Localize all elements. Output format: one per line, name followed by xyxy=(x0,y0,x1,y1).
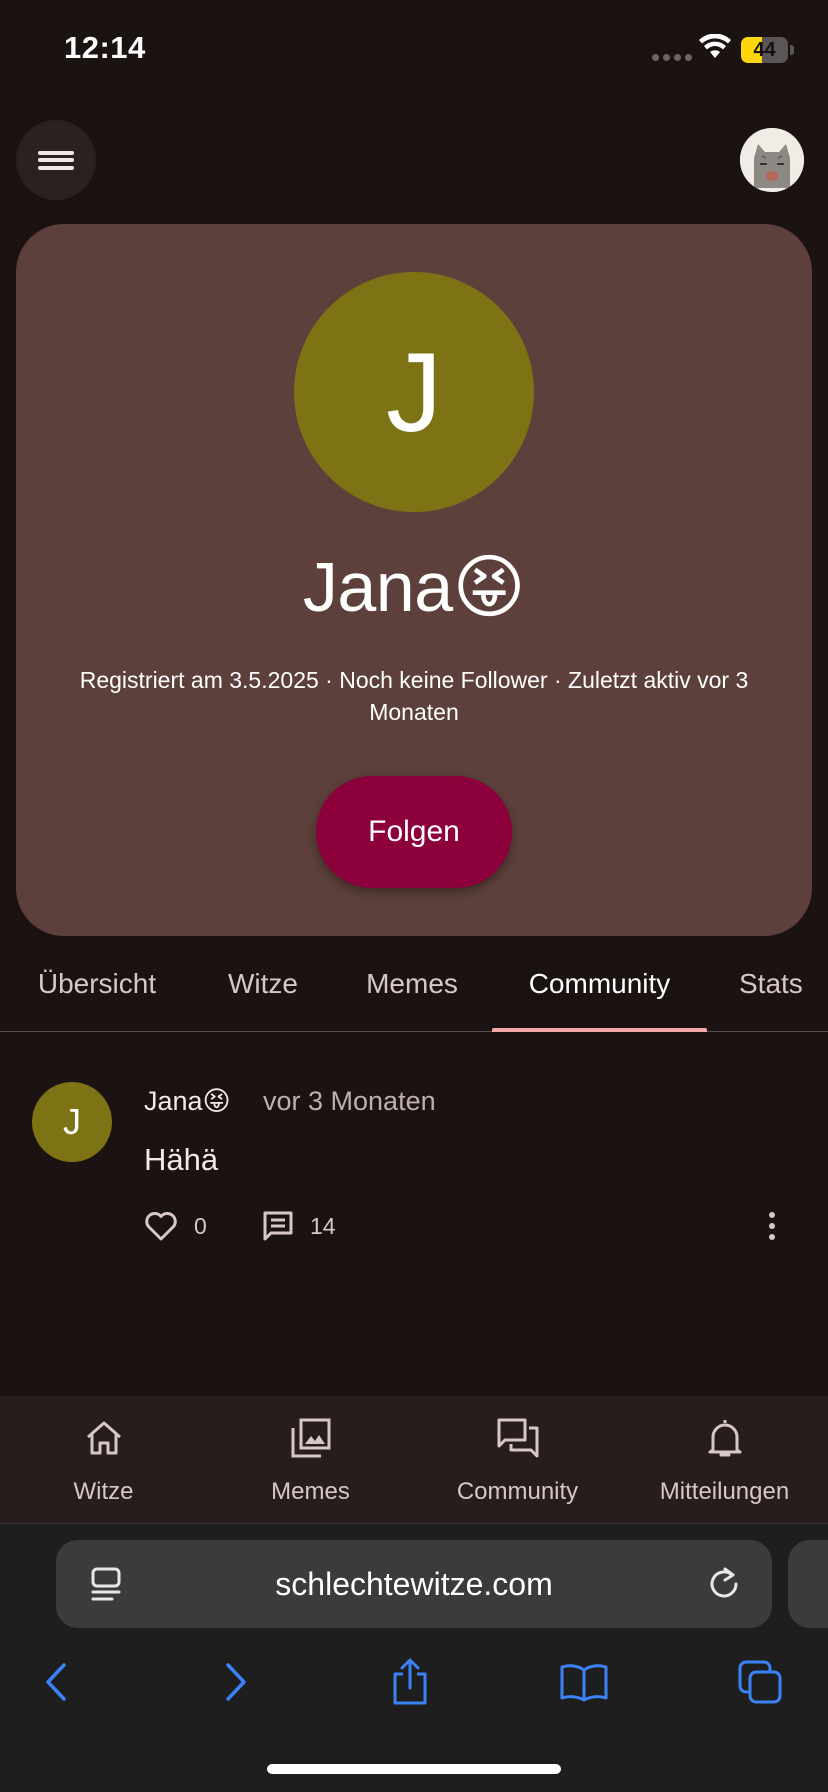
tabs-icon[interactable] xyxy=(730,1652,790,1712)
bookmarks-icon[interactable] xyxy=(554,1652,614,1712)
like-count: 0 xyxy=(194,1212,207,1239)
image-library-icon xyxy=(289,1416,333,1460)
cat-avatar-icon xyxy=(740,128,804,192)
nav-label-community: Community xyxy=(456,1478,579,1505)
profile-tabs: Übersicht Witze Memes Community Stats xyxy=(0,936,828,1032)
comment-count: 14 xyxy=(310,1212,336,1239)
tab-stats[interactable]: Stats xyxy=(722,936,828,1032)
menu-button[interactable] xyxy=(16,120,96,200)
more-vert-icon[interactable] xyxy=(764,1206,780,1246)
nav-label-memes: Memes xyxy=(271,1478,350,1505)
tab-community[interactable]: Community xyxy=(492,936,707,1032)
battery-cap xyxy=(790,45,794,55)
url-text[interactable]: schlechtewitze.com xyxy=(56,1540,772,1628)
forward-icon[interactable] xyxy=(206,1652,266,1712)
nav-community[interactable]: Community xyxy=(414,1396,621,1524)
share-icon[interactable] xyxy=(380,1652,440,1712)
heart-icon xyxy=(145,1212,177,1241)
post-text: Hähä xyxy=(144,1142,219,1177)
bottom-nav: Witze Memes Community Mitteilungen xyxy=(0,1396,828,1524)
back-icon[interactable] xyxy=(26,1652,86,1712)
profile-card: J Jana😝 Registriert am 3.5.2025 · Noch k… xyxy=(16,224,812,936)
battery-icon: 44 xyxy=(741,37,788,63)
nav-mitteilungen[interactable]: Mitteilungen xyxy=(621,1396,828,1524)
wifi-icon xyxy=(699,34,731,58)
tab-memes[interactable]: Memes xyxy=(332,936,492,1032)
nav-label-mitteilungen: Mitteilungen xyxy=(659,1478,790,1505)
profile-meta: Registriert am 3.5.2025 · Noch keine Fol… xyxy=(79,667,749,725)
post-avatar[interactable]: J xyxy=(32,1082,112,1162)
like-button[interactable]: 0 xyxy=(144,1206,207,1246)
post-author[interactable]: Jana😝 xyxy=(144,1086,231,1117)
follow-button[interactable]: Folgen xyxy=(316,776,512,888)
profile-avatar: J xyxy=(294,272,534,512)
tab-overview[interactable]: Übersicht xyxy=(0,936,194,1032)
signal-dots-icon xyxy=(652,54,692,61)
nav-memes[interactable]: Memes xyxy=(207,1396,414,1524)
browser-toolbar xyxy=(0,1652,828,1722)
status-time: 12:14 xyxy=(64,30,146,65)
bell-icon xyxy=(703,1416,747,1460)
forum-icon xyxy=(496,1416,540,1460)
comment-icon xyxy=(263,1211,293,1241)
user-avatar[interactable] xyxy=(740,128,804,192)
url-bar[interactable]: schlechtewitze.com xyxy=(56,1540,772,1628)
reload-icon[interactable] xyxy=(706,1566,742,1602)
post-time: vor 3 Monaten xyxy=(263,1086,436,1116)
nav-witze[interactable]: Witze xyxy=(0,1396,207,1524)
active-tab-indicator xyxy=(492,1028,707,1032)
home-indicator xyxy=(267,1764,561,1774)
comment-button[interactable]: 14 xyxy=(262,1206,336,1246)
nav-label-witze: Witze xyxy=(73,1478,134,1505)
tab-witze[interactable]: Witze xyxy=(194,936,332,1032)
hamburger-menu-icon xyxy=(38,147,74,173)
browser-bar: schlechtewitze.com xyxy=(0,1524,828,1792)
status-bar: 12:14 44 xyxy=(0,0,828,100)
next-tab-preview[interactable] xyxy=(788,1540,828,1628)
battery-level: 44 xyxy=(753,39,776,61)
home-icon xyxy=(82,1416,126,1460)
profile-name: Jana😝 xyxy=(302,548,526,626)
